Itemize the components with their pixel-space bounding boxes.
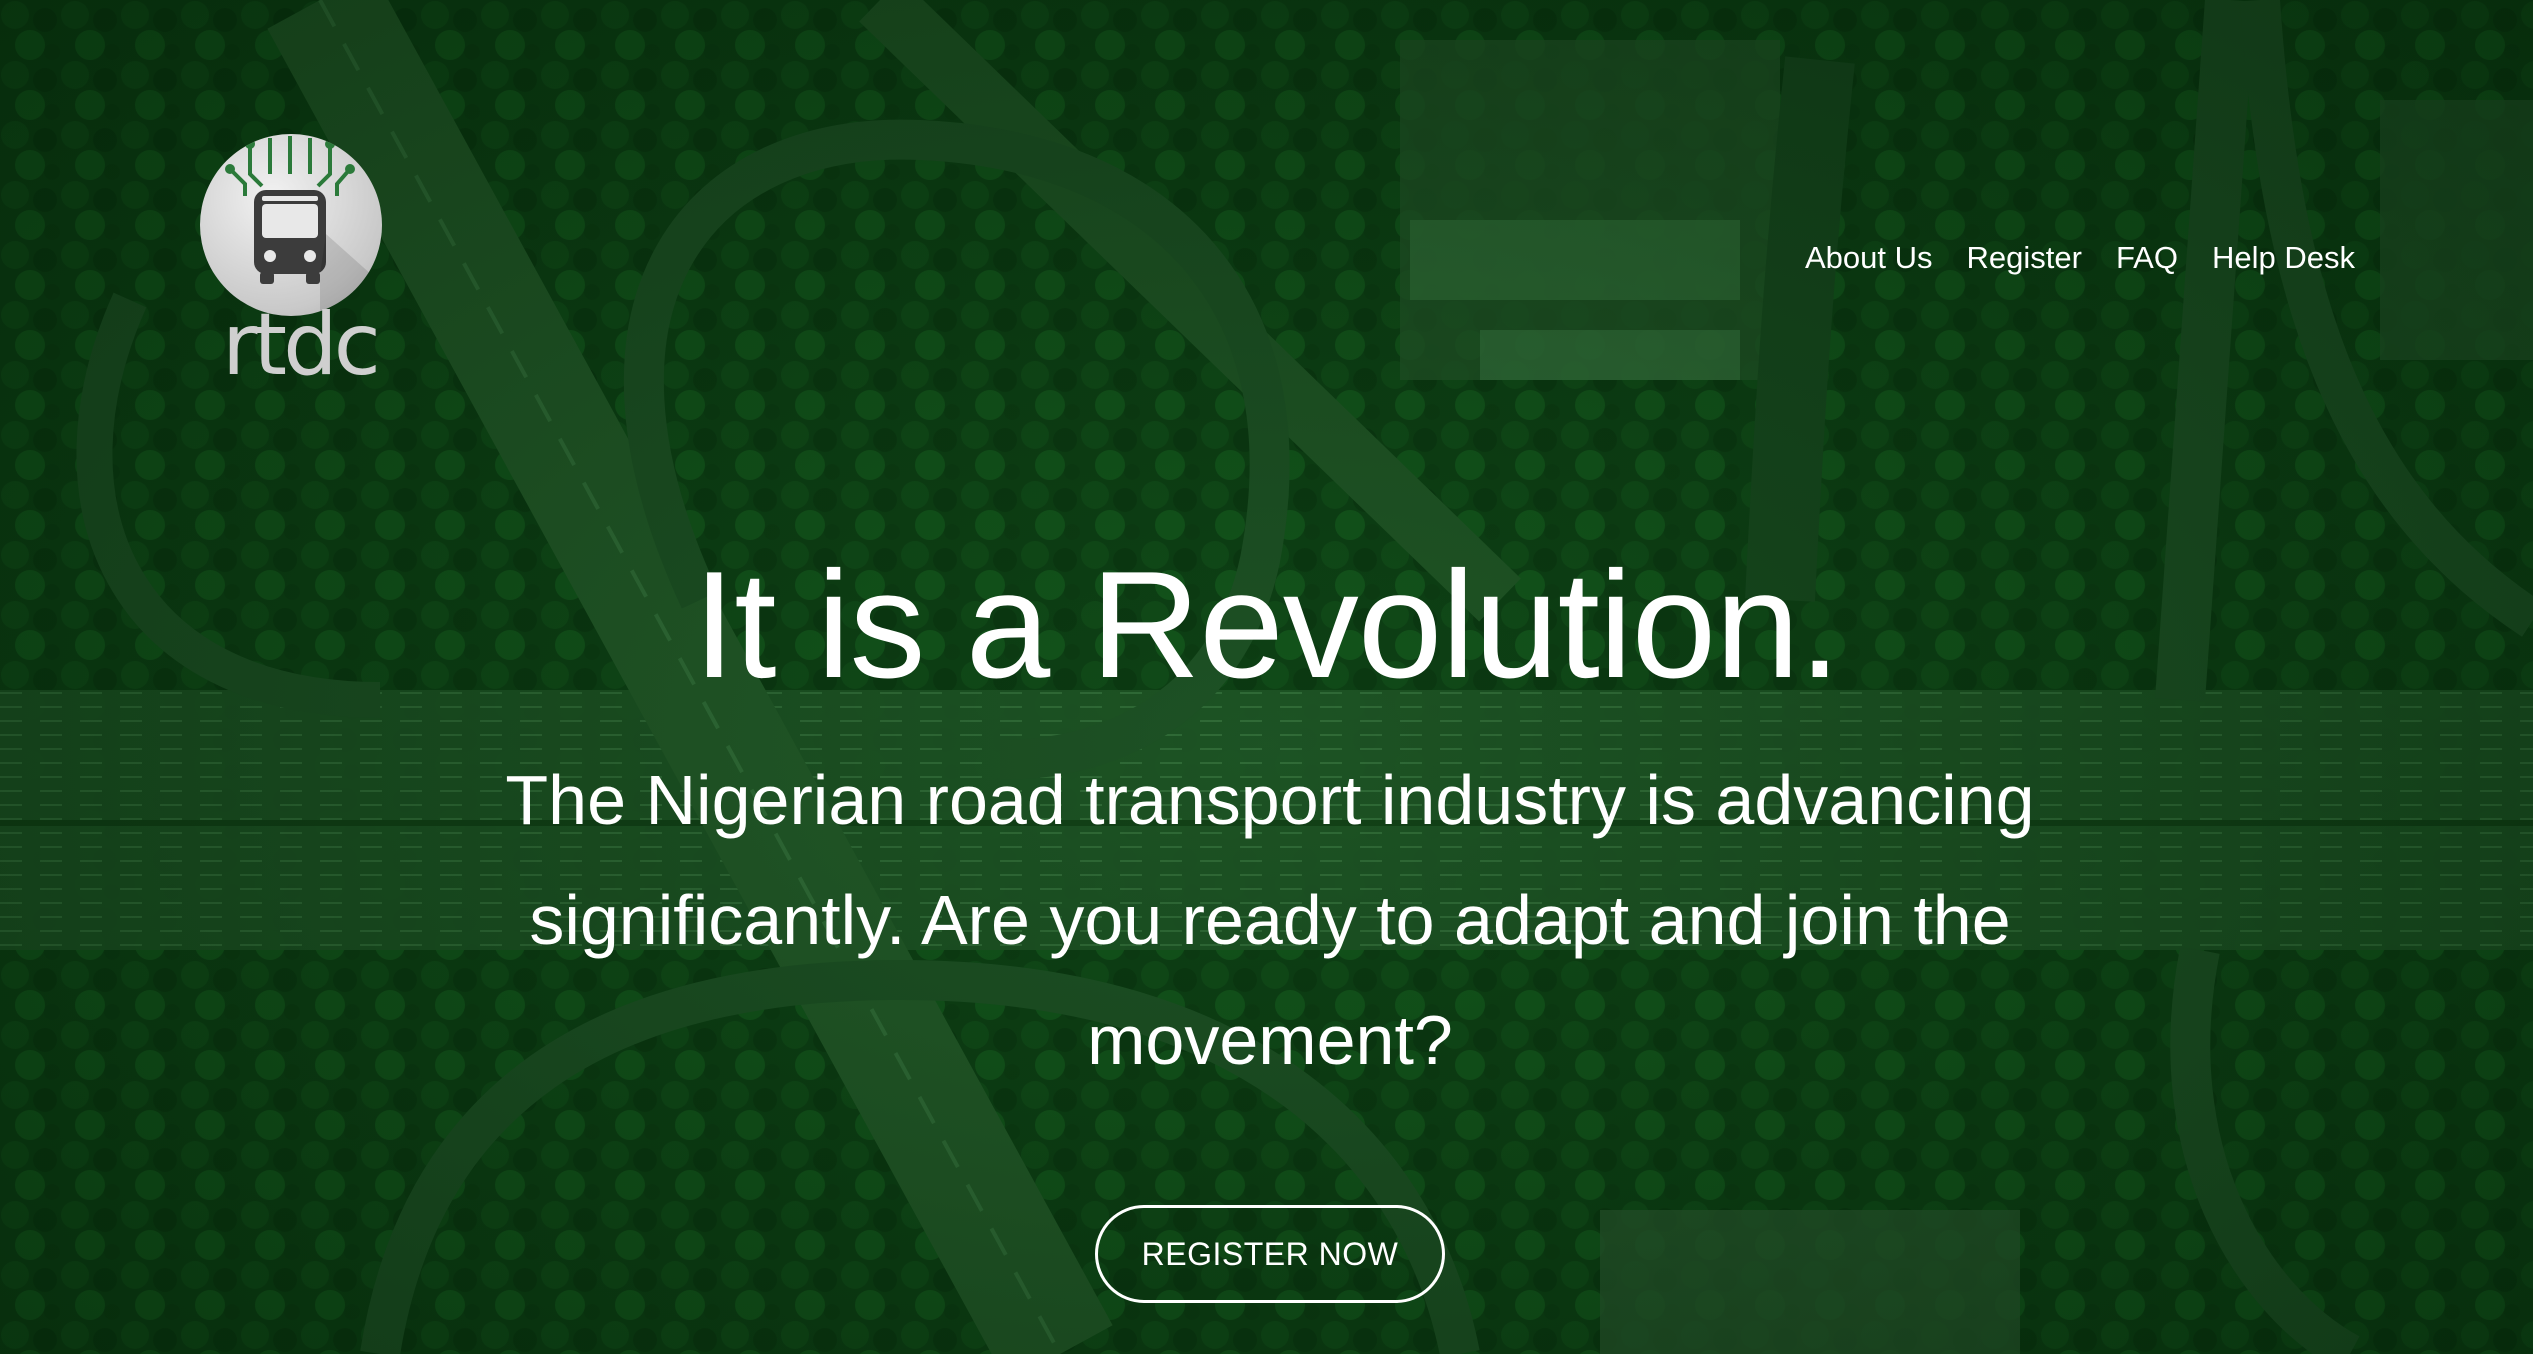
nav-register[interactable]: Register bbox=[1967, 240, 2082, 276]
rtdc-logo[interactable]: rtdc bbox=[200, 134, 385, 394]
hero-subtext: The Nigerian road transport industry is … bbox=[505, 761, 2035, 1079]
nav-help-desk[interactable]: Help Desk bbox=[2212, 240, 2355, 276]
hero-section: rtdc About Us Register FAQ Help Desk It … bbox=[0, 0, 2533, 1354]
register-now-button[interactable]: REGISTER NOW bbox=[1095, 1205, 1445, 1303]
logo-wordmark: rtdc bbox=[222, 295, 381, 395]
bus-circuit-icon bbox=[200, 134, 382, 316]
nav-faq[interactable]: FAQ bbox=[2116, 240, 2178, 276]
top-navigation: About Us Register FAQ Help Desk bbox=[1805, 240, 2355, 276]
hero-headline: It is a Revolution. bbox=[693, 540, 1841, 710]
nav-about-us[interactable]: About Us bbox=[1805, 240, 1933, 276]
